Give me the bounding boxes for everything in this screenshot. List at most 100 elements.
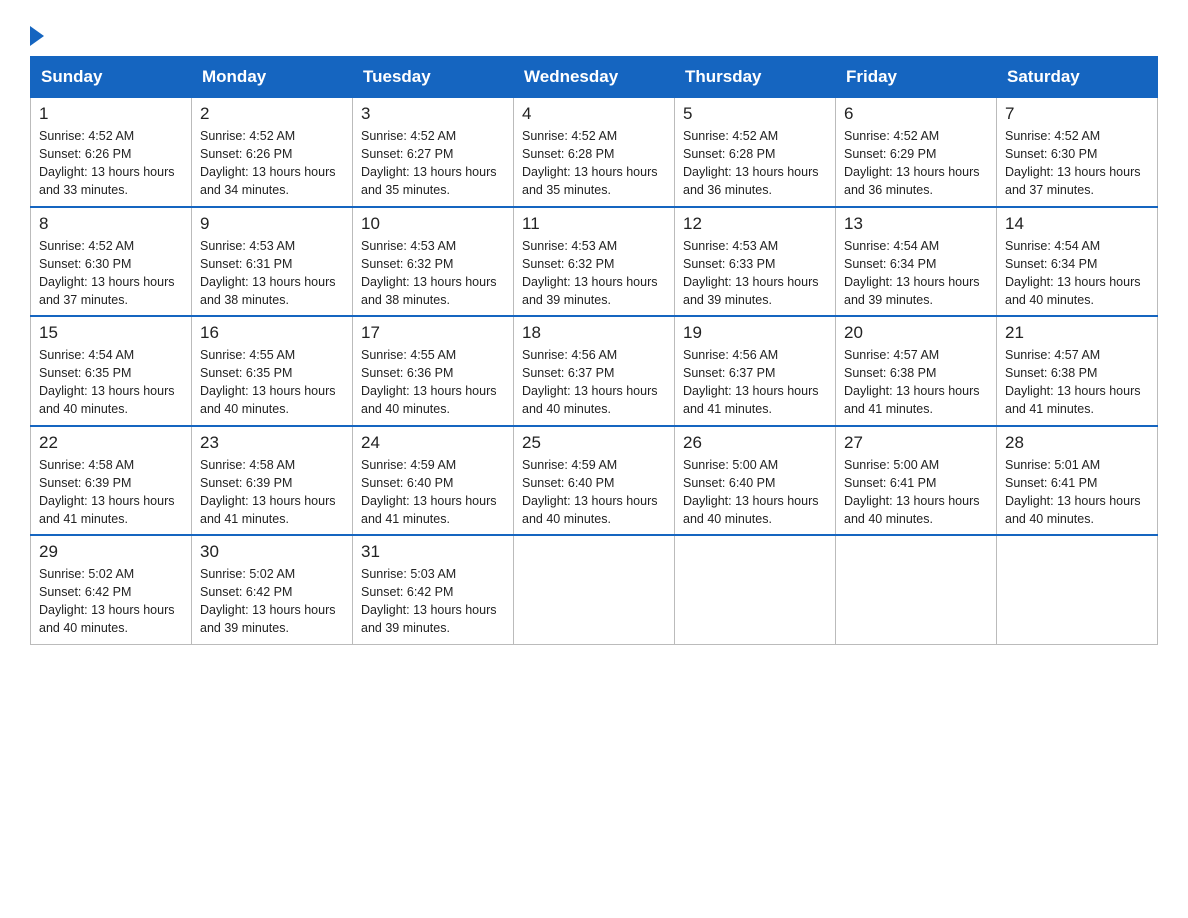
day-cell: 4 Sunrise: 4:52 AMSunset: 6:28 PMDayligh… [514, 98, 675, 207]
day-cell: 31 Sunrise: 5:03 AMSunset: 6:42 PMDaylig… [353, 535, 514, 644]
day-number: 30 [200, 542, 344, 562]
day-cell: 29 Sunrise: 5:02 AMSunset: 6:42 PMDaylig… [31, 535, 192, 644]
day-number: 29 [39, 542, 183, 562]
day-number: 7 [1005, 104, 1149, 124]
day-info: Sunrise: 4:54 AMSunset: 6:35 PMDaylight:… [39, 346, 183, 419]
weekday-header-monday: Monday [192, 57, 353, 98]
day-number: 31 [361, 542, 505, 562]
day-cell: 13 Sunrise: 4:54 AMSunset: 6:34 PMDaylig… [836, 207, 997, 317]
day-number: 17 [361, 323, 505, 343]
weekday-header-tuesday: Tuesday [353, 57, 514, 98]
day-number: 19 [683, 323, 827, 343]
weekday-header-wednesday: Wednesday [514, 57, 675, 98]
day-cell: 8 Sunrise: 4:52 AMSunset: 6:30 PMDayligh… [31, 207, 192, 317]
day-number: 23 [200, 433, 344, 453]
day-info: Sunrise: 5:02 AMSunset: 6:42 PMDaylight:… [39, 565, 183, 638]
day-cell: 9 Sunrise: 4:53 AMSunset: 6:31 PMDayligh… [192, 207, 353, 317]
day-number: 6 [844, 104, 988, 124]
day-cell: 11 Sunrise: 4:53 AMSunset: 6:32 PMDaylig… [514, 207, 675, 317]
day-info: Sunrise: 5:01 AMSunset: 6:41 PMDaylight:… [1005, 456, 1149, 529]
day-number: 25 [522, 433, 666, 453]
day-info: Sunrise: 4:56 AMSunset: 6:37 PMDaylight:… [522, 346, 666, 419]
day-info: Sunrise: 4:52 AMSunset: 6:28 PMDaylight:… [522, 127, 666, 200]
day-cell: 17 Sunrise: 4:55 AMSunset: 6:36 PMDaylig… [353, 316, 514, 426]
day-cell: 16 Sunrise: 4:55 AMSunset: 6:35 PMDaylig… [192, 316, 353, 426]
day-number: 22 [39, 433, 183, 453]
day-info: Sunrise: 4:57 AMSunset: 6:38 PMDaylight:… [844, 346, 988, 419]
day-cell [997, 535, 1158, 644]
day-number: 10 [361, 214, 505, 234]
day-cell: 25 Sunrise: 4:59 AMSunset: 6:40 PMDaylig… [514, 426, 675, 536]
day-info: Sunrise: 4:53 AMSunset: 6:31 PMDaylight:… [200, 237, 344, 310]
day-number: 12 [683, 214, 827, 234]
day-cell: 19 Sunrise: 4:56 AMSunset: 6:37 PMDaylig… [675, 316, 836, 426]
week-row-5: 29 Sunrise: 5:02 AMSunset: 6:42 PMDaylig… [31, 535, 1158, 644]
day-info: Sunrise: 4:52 AMSunset: 6:30 PMDaylight:… [1005, 127, 1149, 200]
day-cell [836, 535, 997, 644]
day-info: Sunrise: 4:53 AMSunset: 6:32 PMDaylight:… [361, 237, 505, 310]
day-number: 26 [683, 433, 827, 453]
day-number: 2 [200, 104, 344, 124]
day-cell: 14 Sunrise: 4:54 AMSunset: 6:34 PMDaylig… [997, 207, 1158, 317]
page-header [30, 20, 1158, 46]
day-info: Sunrise: 4:52 AMSunset: 6:29 PMDaylight:… [844, 127, 988, 200]
day-cell: 1 Sunrise: 4:52 AMSunset: 6:26 PMDayligh… [31, 98, 192, 207]
day-number: 18 [522, 323, 666, 343]
day-cell: 15 Sunrise: 4:54 AMSunset: 6:35 PMDaylig… [31, 316, 192, 426]
day-info: Sunrise: 4:54 AMSunset: 6:34 PMDaylight:… [844, 237, 988, 310]
day-cell: 27 Sunrise: 5:00 AMSunset: 6:41 PMDaylig… [836, 426, 997, 536]
day-cell: 3 Sunrise: 4:52 AMSunset: 6:27 PMDayligh… [353, 98, 514, 207]
day-info: Sunrise: 5:03 AMSunset: 6:42 PMDaylight:… [361, 565, 505, 638]
day-info: Sunrise: 4:55 AMSunset: 6:35 PMDaylight:… [200, 346, 344, 419]
day-info: Sunrise: 4:52 AMSunset: 6:26 PMDaylight:… [39, 127, 183, 200]
day-number: 15 [39, 323, 183, 343]
weekday-header-friday: Friday [836, 57, 997, 98]
day-number: 4 [522, 104, 666, 124]
day-cell: 12 Sunrise: 4:53 AMSunset: 6:33 PMDaylig… [675, 207, 836, 317]
day-number: 21 [1005, 323, 1149, 343]
day-info: Sunrise: 4:52 AMSunset: 6:30 PMDaylight:… [39, 237, 183, 310]
day-number: 28 [1005, 433, 1149, 453]
day-cell: 26 Sunrise: 5:00 AMSunset: 6:40 PMDaylig… [675, 426, 836, 536]
day-cell: 21 Sunrise: 4:57 AMSunset: 6:38 PMDaylig… [997, 316, 1158, 426]
day-number: 24 [361, 433, 505, 453]
day-cell: 18 Sunrise: 4:56 AMSunset: 6:37 PMDaylig… [514, 316, 675, 426]
day-info: Sunrise: 5:00 AMSunset: 6:40 PMDaylight:… [683, 456, 827, 529]
day-info: Sunrise: 5:02 AMSunset: 6:42 PMDaylight:… [200, 565, 344, 638]
day-number: 13 [844, 214, 988, 234]
day-info: Sunrise: 4:56 AMSunset: 6:37 PMDaylight:… [683, 346, 827, 419]
day-info: Sunrise: 4:58 AMSunset: 6:39 PMDaylight:… [200, 456, 344, 529]
calendar-table: SundayMondayTuesdayWednesdayThursdayFrid… [30, 56, 1158, 645]
day-info: Sunrise: 4:54 AMSunset: 6:34 PMDaylight:… [1005, 237, 1149, 310]
day-cell: 30 Sunrise: 5:02 AMSunset: 6:42 PMDaylig… [192, 535, 353, 644]
day-number: 16 [200, 323, 344, 343]
day-cell: 6 Sunrise: 4:52 AMSunset: 6:29 PMDayligh… [836, 98, 997, 207]
weekday-header-row: SundayMondayTuesdayWednesdayThursdayFrid… [31, 57, 1158, 98]
day-cell: 24 Sunrise: 4:59 AMSunset: 6:40 PMDaylig… [353, 426, 514, 536]
weekday-header-saturday: Saturday [997, 57, 1158, 98]
week-row-3: 15 Sunrise: 4:54 AMSunset: 6:35 PMDaylig… [31, 316, 1158, 426]
day-number: 14 [1005, 214, 1149, 234]
day-info: Sunrise: 4:58 AMSunset: 6:39 PMDaylight:… [39, 456, 183, 529]
weekday-header-thursday: Thursday [675, 57, 836, 98]
day-number: 5 [683, 104, 827, 124]
week-row-2: 8 Sunrise: 4:52 AMSunset: 6:30 PMDayligh… [31, 207, 1158, 317]
day-cell: 7 Sunrise: 4:52 AMSunset: 6:30 PMDayligh… [997, 98, 1158, 207]
day-info: Sunrise: 4:59 AMSunset: 6:40 PMDaylight:… [522, 456, 666, 529]
day-info: Sunrise: 4:59 AMSunset: 6:40 PMDaylight:… [361, 456, 505, 529]
week-row-4: 22 Sunrise: 4:58 AMSunset: 6:39 PMDaylig… [31, 426, 1158, 536]
day-cell: 28 Sunrise: 5:01 AMSunset: 6:41 PMDaylig… [997, 426, 1158, 536]
day-number: 3 [361, 104, 505, 124]
week-row-1: 1 Sunrise: 4:52 AMSunset: 6:26 PMDayligh… [31, 98, 1158, 207]
day-cell: 23 Sunrise: 4:58 AMSunset: 6:39 PMDaylig… [192, 426, 353, 536]
day-cell: 22 Sunrise: 4:58 AMSunset: 6:39 PMDaylig… [31, 426, 192, 536]
day-cell: 20 Sunrise: 4:57 AMSunset: 6:38 PMDaylig… [836, 316, 997, 426]
day-number: 27 [844, 433, 988, 453]
day-number: 11 [522, 214, 666, 234]
day-info: Sunrise: 5:00 AMSunset: 6:41 PMDaylight:… [844, 456, 988, 529]
logo-arrow-icon [30, 26, 44, 46]
day-cell [675, 535, 836, 644]
day-cell: 5 Sunrise: 4:52 AMSunset: 6:28 PMDayligh… [675, 98, 836, 207]
day-info: Sunrise: 4:52 AMSunset: 6:26 PMDaylight:… [200, 127, 344, 200]
day-info: Sunrise: 4:57 AMSunset: 6:38 PMDaylight:… [1005, 346, 1149, 419]
